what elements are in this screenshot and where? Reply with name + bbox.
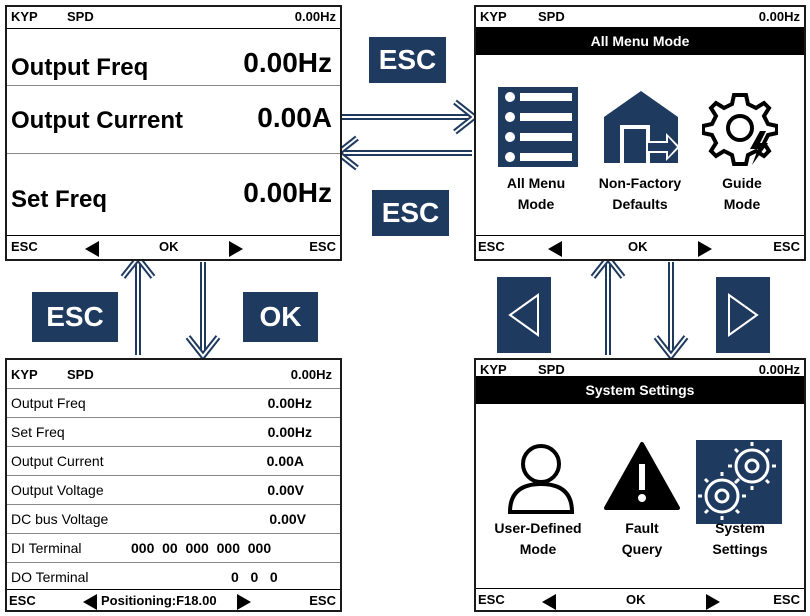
esc-softkey[interactable]: ESC bbox=[773, 239, 800, 254]
ok-tag-left: OK bbox=[243, 292, 318, 342]
list-row[interactable]: Output Current 0.00A bbox=[7, 447, 340, 475]
left-key-icon[interactable] bbox=[85, 241, 99, 257]
spd-label: SPD bbox=[67, 9, 94, 24]
status-bar: KYP SPD 0.00Hz bbox=[11, 367, 332, 382]
esc-tag-mid: ESC bbox=[372, 190, 449, 236]
row-value: 0.00Hz bbox=[243, 47, 332, 78]
right-key-icon[interactable] bbox=[698, 241, 712, 257]
ok-softkey[interactable]: OK bbox=[626, 592, 646, 607]
list-icon[interactable] bbox=[498, 87, 578, 167]
positioning-label: Positioning:F18.00 bbox=[101, 593, 217, 608]
main-screen: KYP SPD 0.00Hz Output Freq 0.00Hz Output… bbox=[5, 5, 342, 261]
menu-item-caption: System Settings bbox=[712, 520, 768, 557]
right-key-icon[interactable] bbox=[706, 594, 720, 610]
left-arrow-tag bbox=[497, 277, 551, 353]
status-freq: 0.00Hz bbox=[294, 9, 336, 24]
row-value: 0.00Hz bbox=[243, 177, 332, 208]
user-icon[interactable] bbox=[506, 442, 576, 514]
row-value: 0.00A bbox=[257, 102, 332, 133]
menu-item-caption: Non-Factory Defaults bbox=[598, 175, 682, 212]
status-bar: KYP SPD 0.00Hz bbox=[7, 7, 340, 27]
softkey-bar: ESC OK ESC bbox=[7, 237, 340, 257]
esc-tag-top: ESC bbox=[369, 37, 446, 83]
row-label: Output Current bbox=[11, 107, 183, 134]
factory-icon[interactable] bbox=[600, 85, 682, 167]
left-key-icon[interactable] bbox=[83, 594, 97, 610]
gear-bolt-icon[interactable] bbox=[701, 87, 779, 167]
menu-item-caption: Guide Mode bbox=[722, 175, 762, 212]
kyp-label: KYP bbox=[480, 9, 507, 24]
row-label: Set Freq bbox=[11, 186, 108, 213]
triangle-right-icon bbox=[728, 293, 759, 337]
arrow-to-menu bbox=[340, 99, 479, 135]
status-freq: 0.00Hz bbox=[758, 9, 800, 24]
esc-softkey[interactable]: ESC bbox=[478, 239, 505, 254]
arrow-to-main bbox=[333, 135, 472, 171]
left-key-icon[interactable] bbox=[548, 241, 562, 257]
esc-softkey[interactable]: ESC bbox=[309, 239, 336, 254]
arrow-up-left bbox=[120, 253, 156, 355]
screen-title: System Settings bbox=[476, 376, 804, 404]
status-freq: 0.00Hz bbox=[758, 362, 800, 377]
kyp-label: KYP bbox=[480, 362, 507, 377]
ok-softkey[interactable]: OK bbox=[159, 239, 179, 254]
menu-item-caption: All Menu Mode bbox=[506, 175, 566, 212]
esc-softkey[interactable]: ESC bbox=[309, 593, 336, 608]
menu-item-caption: Fault Query bbox=[621, 520, 663, 557]
list-row[interactable]: DO Terminal 0 0 0 bbox=[7, 563, 340, 589]
arrow-up-right bbox=[590, 253, 626, 355]
esc-tag-left: ESC bbox=[32, 292, 118, 342]
esc-softkey[interactable]: ESC bbox=[773, 592, 800, 607]
esc-softkey[interactable]: ESC bbox=[478, 592, 505, 607]
esc-softkey[interactable]: ESC bbox=[9, 593, 36, 608]
warning-icon[interactable] bbox=[602, 440, 682, 512]
list-row[interactable]: Output Freq 0.00Hz bbox=[7, 389, 340, 417]
gears-icon[interactable] bbox=[696, 440, 782, 524]
screen-title: All Menu Mode bbox=[476, 27, 804, 55]
kyp-label: KYP bbox=[11, 9, 38, 24]
list-row[interactable]: Set Freq 0.00Hz bbox=[7, 418, 340, 446]
row-label: Output Freq bbox=[11, 54, 149, 81]
softkey-bar: ESC OK ESC bbox=[476, 590, 804, 610]
status-bar: KYP SPD 0.00Hz bbox=[476, 7, 804, 27]
arrow-down-left bbox=[185, 262, 221, 361]
right-key-icon[interactable] bbox=[229, 241, 243, 257]
softkey-bar: ESC OK ESC bbox=[476, 237, 804, 257]
list-row[interactable]: Output Voltage 0.00V bbox=[7, 476, 340, 504]
right-arrow-tag bbox=[716, 277, 770, 353]
spd-label: SPD bbox=[538, 9, 565, 24]
list-row[interactable]: DC bus Voltage 0.00V bbox=[7, 505, 340, 533]
settings-screen: KYP SPD 0.00Hz System Settings User-Defi… bbox=[474, 358, 806, 612]
menu-item-caption: User-Defined Mode bbox=[494, 520, 582, 557]
left-key-icon[interactable] bbox=[542, 594, 556, 610]
menu-screen: KYP SPD 0.00Hz All Menu Mode All Menu Mo… bbox=[474, 5, 806, 261]
right-key-icon[interactable] bbox=[237, 594, 251, 610]
softkey-bar: ESC Positioning:F18.00 ESC bbox=[7, 590, 340, 610]
spd-label: SPD bbox=[538, 362, 565, 377]
arrow-down-right bbox=[653, 262, 689, 361]
triangle-left-icon bbox=[508, 293, 539, 337]
esc-softkey[interactable]: ESC bbox=[11, 239, 38, 254]
ok-softkey[interactable]: OK bbox=[628, 239, 648, 254]
list-row[interactable]: DI Terminal 000 00 000 000 000 bbox=[7, 534, 340, 562]
monitor-list-screen: KYP SPD 0.00Hz Output Freq 0.00Hz Set Fre… bbox=[5, 358, 342, 612]
